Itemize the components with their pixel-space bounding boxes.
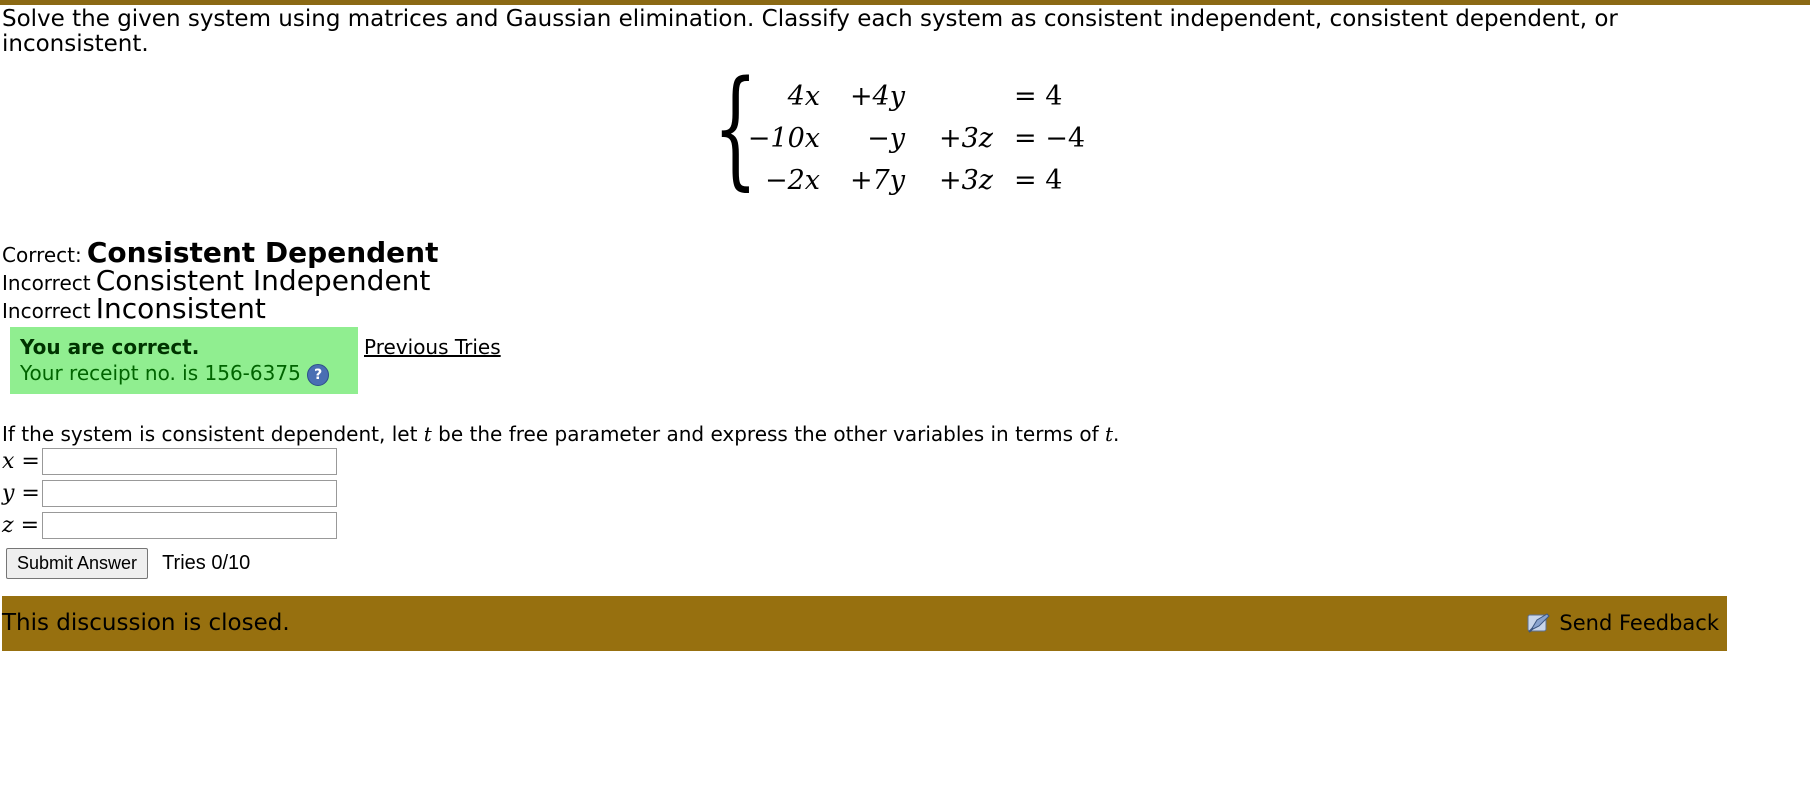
prompt-variable: t: [1105, 421, 1114, 446]
equation-term: 4x: [787, 81, 820, 112]
equation-rhs: = 4: [1014, 81, 1063, 112]
x-field-row: x =: [2, 446, 1810, 478]
choice-item: Incorrect Consistent Independent: [2, 267, 1810, 296]
equation-term: +3z: [938, 165, 993, 196]
choice-status: Correct:: [2, 243, 82, 267]
previous-tries-link[interactable]: Previous Tries: [364, 335, 501, 359]
help-icon[interactable]: ?: [307, 363, 330, 386]
choice-status: Incorrect: [2, 299, 91, 323]
z-input[interactable]: [42, 512, 337, 539]
receipt-text: Your receipt no. is 156-6375: [20, 361, 301, 385]
choice-item: Correct: Consistent Dependent: [2, 239, 1810, 268]
header-rule: [0, 0, 1810, 5]
receipt-line: Your receipt no. is 156-6375 ?: [20, 361, 348, 386]
choice-label: Inconsistent: [95, 292, 266, 325]
tries-counter: Tries 0/10: [162, 551, 251, 574]
prompt-text: If the system is consistent dependent, l…: [2, 421, 424, 446]
choice-item: Incorrect Inconsistent: [2, 292, 1810, 325]
submit-answer-button[interactable]: Submit Answer: [6, 547, 149, 579]
result-row: You are correct. Your receipt no. is 156…: [10, 327, 1810, 394]
y-input[interactable]: [42, 480, 337, 507]
equation-term: +4y: [849, 81, 905, 112]
equation-system: { 4x +4y = 4 −10x −y +3z = −4 −2x +7y +3…: [0, 65, 1810, 197]
y-label: y =: [2, 481, 40, 506]
discussion-bar: This discussion is closed. Send Feedback: [2, 595, 1727, 651]
equation-rhs: = 4: [1014, 165, 1063, 196]
z-field-row: z =: [2, 510, 1810, 542]
correct-result-box: You are correct. Your receipt no. is 156…: [10, 327, 358, 394]
y-field-row: y =: [2, 478, 1810, 510]
feedback-icon: [1527, 613, 1551, 633]
send-feedback-link[interactable]: Send Feedback: [1525, 610, 1727, 636]
prompt-text: .: [1113, 421, 1120, 446]
equation-term: +7y: [849, 165, 905, 196]
classification-choices: Correct: Consistent Dependent Incorrect …: [2, 239, 1810, 325]
discussion-closed-text: This discussion is closed.: [2, 610, 290, 636]
send-feedback-label: Send Feedback: [1559, 611, 1719, 635]
x-label: x =: [2, 449, 40, 474]
equation-term: −10x: [747, 123, 820, 154]
z-label: z =: [2, 513, 40, 538]
problem-instructions: Solve the given system using matrices an…: [2, 6, 1618, 57]
equation-term: −y: [867, 123, 905, 154]
equation-term: −2x: [764, 165, 820, 196]
choice-status: Incorrect: [2, 271, 91, 295]
prompt-text: be the free parameter and express the ot…: [431, 421, 1105, 446]
prompt-variable: t: [423, 421, 432, 446]
x-input[interactable]: [42, 448, 337, 475]
equation-rhs: = −4: [1014, 123, 1086, 154]
parameter-prompt: If the system is consistent dependent, l…: [2, 422, 1810, 446]
submit-row: Submit Answer Tries 0/10: [6, 547, 1810, 579]
equation-term: +3z: [938, 123, 993, 154]
result-title: You are correct.: [20, 335, 200, 359]
